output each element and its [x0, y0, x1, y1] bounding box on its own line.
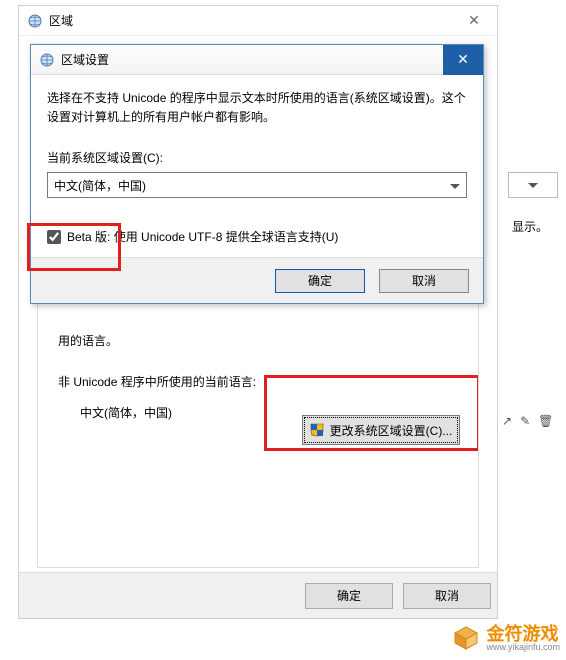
navigate-icon[interactable]: ↗	[502, 414, 512, 428]
change-system-locale-label: 更改系统区域设置(C)...	[330, 422, 453, 439]
right-background-panel: 显示。 ↗ ✎ 🗑	[498, 0, 566, 660]
parent-ok-button[interactable]: 确定	[305, 583, 393, 609]
right-mini-icons: ↗ ✎ 🗑	[502, 414, 553, 428]
beta-utf8-checkbox-row[interactable]: Beta 版: 使用 Unicode UTF-8 提供全球语言支持(U)	[47, 228, 467, 245]
beta-utf8-label: Beta 版: 使用 Unicode UTF-8 提供全球语言支持(U)	[67, 228, 338, 245]
modal-cancel-button[interactable]: 取消	[379, 269, 469, 293]
parent-close-button[interactable]: ✕	[459, 12, 489, 29]
region-settings-dialog: 区域设置 ✕ 选择在不支持 Unicode 的程序中显示文本时所使用的语言(系统…	[30, 44, 484, 304]
chevron-down-icon	[528, 183, 538, 188]
globe-icon	[27, 13, 43, 29]
system-locale-select[interactable]: 中文(简体，中国)	[47, 172, 467, 198]
parent-button-bar: 确定 取消	[19, 572, 497, 618]
modal-description: 选择在不支持 Unicode 的程序中显示文本时所使用的语言(系统区域设置)。这…	[47, 89, 467, 127]
modal-close-button[interactable]: ✕	[443, 45, 483, 75]
cube-icon	[452, 624, 480, 652]
right-dropdown-button[interactable]	[508, 172, 558, 198]
right-show-fragment: 显示。	[512, 218, 548, 235]
uac-shield-icon	[310, 423, 324, 437]
modal-title: 区域设置	[61, 51, 443, 68]
used-language-fragment: 用的语言。	[58, 332, 458, 349]
parent-cancel-button[interactable]: 取消	[403, 583, 491, 609]
change-system-locale-button[interactable]: 更改系统区域设置(C)...	[302, 415, 460, 445]
modal-body: 选择在不支持 Unicode 的程序中显示文本时所使用的语言(系统区域设置)。这…	[31, 75, 483, 257]
system-locale-label: 当前系统区域设置(C):	[47, 149, 467, 166]
watermark-name: 金符游戏	[486, 625, 560, 643]
watermark: 金符游戏 www.yikajinfu.com	[452, 624, 560, 652]
parent-title: 区域	[49, 12, 459, 29]
chevron-down-icon	[450, 178, 460, 192]
globe-icon	[39, 52, 55, 68]
edit-icon[interactable]: ✎	[520, 414, 530, 428]
modal-button-bar: 确定 取消	[31, 257, 483, 303]
modal-titlebar: 区域设置 ✕	[31, 45, 483, 75]
delete-icon[interactable]: 🗑	[538, 414, 553, 428]
watermark-domain: www.yikajinfu.com	[486, 643, 560, 652]
beta-utf8-checkbox[interactable]	[47, 230, 61, 244]
system-locale-value: 中文(简体，中国)	[54, 177, 146, 194]
non-unicode-label: 非 Unicode 程序中所使用的当前语言:	[58, 373, 458, 390]
modal-ok-button[interactable]: 确定	[275, 269, 365, 293]
parent-titlebar: 区域 ✕	[19, 6, 497, 36]
